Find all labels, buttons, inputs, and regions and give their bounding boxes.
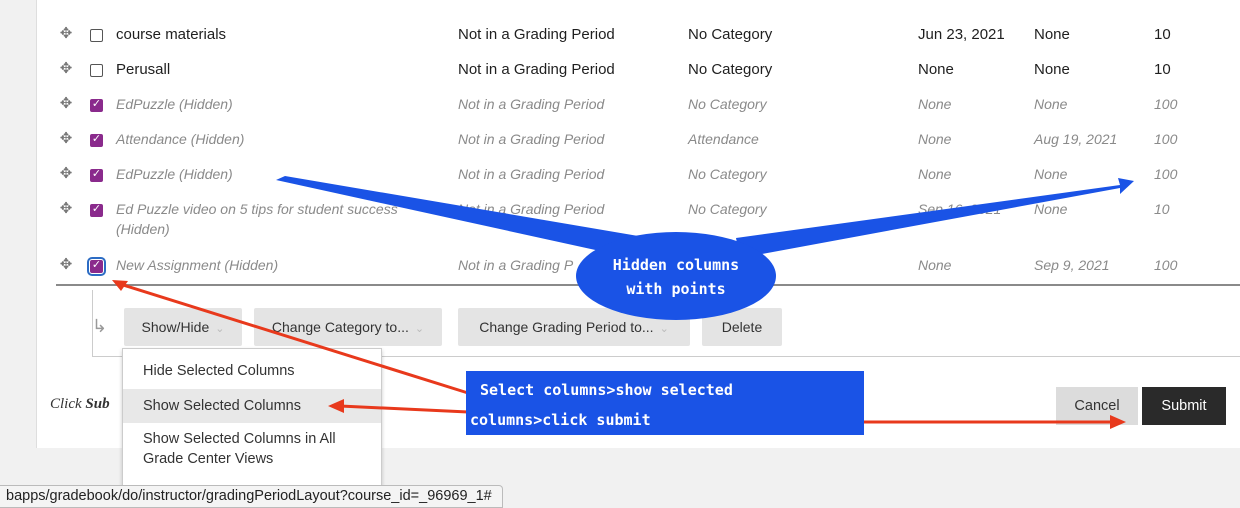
table-row: ✥ EdPuzzle (Hidden) Not in a Grading Per… <box>36 96 1240 116</box>
category: No Category <box>688 201 767 217</box>
move-handle-icon[interactable]: ✥ <box>58 166 74 182</box>
column-name: Ed Puzzle video on 5 tips for student su… <box>116 201 398 217</box>
due-date: None <box>1034 166 1068 182</box>
column-name: EdPuzzle (Hidden) <box>116 166 233 182</box>
date-created: None <box>918 166 952 182</box>
callout-line: with points <box>626 280 726 298</box>
category: No Category <box>688 96 767 112</box>
menu-item-line: Grade Center Views <box>143 451 274 467</box>
category: No Category <box>688 26 773 43</box>
instruction-callout: Select columns>show selected columns>cli… <box>466 371 864 435</box>
move-handle-icon[interactable]: ✥ <box>58 131 74 147</box>
date-created: None <box>918 96 952 112</box>
row-checkbox[interactable] <box>90 202 103 217</box>
grading-period: Not in a Grading Period <box>458 166 605 182</box>
row-checkbox[interactable] <box>90 167 103 182</box>
show-hide-label: Show/Hide <box>141 319 210 335</box>
move-handle-icon[interactable]: ✥ <box>58 257 74 273</box>
date-created: None <box>918 257 952 273</box>
points: 10 <box>1154 26 1171 43</box>
grading-period: Not in a Grading P <box>458 257 574 273</box>
callout-line: columns>click submit <box>470 411 651 429</box>
callout-line: Select columns>show selected <box>480 381 733 399</box>
grading-period: Not in a Grading Period <box>458 26 615 43</box>
chevron-down-icon: ⌄ <box>215 323 225 335</box>
status-bar-url: bapps/gradebook/do/instructor/gradingPer… <box>0 485 503 508</box>
points: 100 <box>1154 131 1178 147</box>
menu-item-line: Show Selected Columns in All <box>143 431 336 447</box>
grading-period: Not in a Grading Period <box>458 61 615 78</box>
date-created: None <box>918 61 954 78</box>
show-hide-menu: Hide Selected Columns Show Selected Colu… <box>122 348 382 486</box>
menu-item-show-selected[interactable]: Show Selected Columns <box>123 389 381 423</box>
points: 100 <box>1154 96 1178 112</box>
category: No Category <box>688 61 773 78</box>
row-checkbox[interactable] <box>90 132 103 147</box>
table-row: ✥ EdPuzzle (Hidden) Not in a Grading Per… <box>36 166 1240 186</box>
move-handle-icon[interactable]: ✥ <box>58 201 74 217</box>
due-date: None <box>1034 201 1068 217</box>
elbow-arrow-icon: ↳ <box>92 316 108 336</box>
callout-line: Hidden columns <box>612 256 740 274</box>
points: 10 <box>1154 201 1170 217</box>
change-grading-period-label: Change Grading Period to... <box>479 319 654 335</box>
points: 10 <box>1154 61 1171 78</box>
column-name: EdPuzzle (Hidden) <box>116 96 233 112</box>
chevron-down-icon: ⌄ <box>659 323 669 335</box>
row-checkbox[interactable] <box>90 29 103 42</box>
menu-item-hide-selected[interactable]: Hide Selected Columns <box>123 357 381 385</box>
chevron-down-icon: ⌄ <box>414 323 425 335</box>
table-row: ✥ course materials Not in a Grading Peri… <box>36 26 1240 46</box>
due-date: None <box>1034 96 1068 112</box>
instruction-bold: Sub <box>85 396 110 412</box>
date-created: Sep 16, 2021 <box>918 201 1002 217</box>
hidden-columns-callout: Hidden columns with points <box>576 232 776 320</box>
move-handle-icon[interactable]: ✥ <box>58 61 74 77</box>
date-created: None <box>918 131 952 147</box>
show-hide-button[interactable]: Show/Hide ⌄ <box>124 308 242 346</box>
category: No Category <box>688 166 767 182</box>
column-name: Attendance (Hidden) <box>116 131 245 147</box>
menu-item-show-selected-all-views[interactable]: Show Selected Columns in All Grade Cente… <box>123 429 381 477</box>
instruction-prefix: Click <box>50 396 86 412</box>
points: 100 <box>1154 166 1178 182</box>
column-name: course materials <box>116 26 227 43</box>
table-row: ✥ Perusall Not in a Grading Period No Ca… <box>36 61 1240 81</box>
change-category-button[interactable]: Change Category to... ⌄ <box>254 308 442 346</box>
row-checkbox[interactable] <box>90 64 103 77</box>
due-date: Aug 19, 2021 <box>1034 131 1118 147</box>
category: Attendance <box>688 131 759 147</box>
due-date: Sep 9, 2021 <box>1034 257 1110 273</box>
cancel-button[interactable]: Cancel <box>1056 387 1138 425</box>
grading-period: Not in a Grading Period <box>458 96 605 112</box>
date-created: Jun 23, 2021 <box>918 26 1005 43</box>
row-checkbox[interactable] <box>90 97 103 112</box>
row-checkbox[interactable] <box>87 257 106 276</box>
submit-instruction-text: Click Sub <box>50 396 110 413</box>
column-name: Perusall <box>116 61 171 78</box>
delete-label: Delete <box>721 319 763 335</box>
points: 100 <box>1154 257 1178 273</box>
move-handle-icon[interactable]: ✥ <box>58 26 74 42</box>
due-date: None <box>1034 26 1070 43</box>
change-category-label: Change Category to... <box>271 319 409 335</box>
column-name-suffix: (Hidden) <box>116 221 170 237</box>
grading-period: Not in a Grading Period <box>458 131 605 147</box>
move-handle-icon[interactable]: ✥ <box>58 96 74 112</box>
due-date: None <box>1034 61 1070 78</box>
column-name: New Assignment (Hidden) <box>116 257 279 273</box>
table-row: ✥ Attendance (Hidden) Not in a Grading P… <box>36 131 1240 151</box>
submit-button[interactable]: Submit <box>1142 387 1226 425</box>
grading-period: Not in a Grading Period <box>458 201 605 217</box>
